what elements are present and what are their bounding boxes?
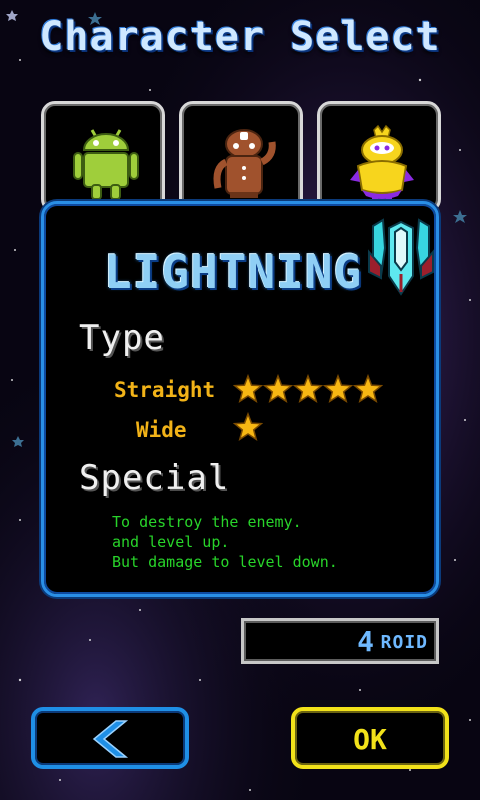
yellow-bird-robot-icon: [350, 124, 414, 204]
stat-label-wide: Wide: [136, 418, 187, 442]
ok-button[interactable]: OK: [291, 707, 449, 769]
special-label: Special: [79, 458, 230, 498]
star-icon: [262, 374, 294, 403]
star-icon: [233, 374, 264, 403]
special-line: But damage to level down.: [112, 553, 338, 571]
back-button[interactable]: [31, 707, 189, 769]
stat-label-straight: Straight: [114, 378, 216, 402]
roid-counter: 4 ROID: [241, 618, 439, 664]
stat-stars-straight: [233, 374, 383, 406]
character-card-android[interactable]: [41, 101, 165, 213]
ok-button-label: OK: [353, 723, 387, 756]
android-robot-icon: [73, 129, 139, 200]
type-label: Type: [79, 318, 165, 358]
character-card-bird[interactable]: [317, 101, 441, 213]
roid-amount: 4: [357, 625, 374, 658]
roid-unit: ROID: [380, 632, 428, 653]
special-description: To destroy the enemy. and level up. But …: [112, 512, 412, 572]
star-icon: [292, 374, 324, 403]
lightning-ship-icon: [368, 218, 434, 296]
star-icon: [322, 374, 354, 403]
stat-stars-wide: [233, 412, 263, 444]
character-name: LIGHTNING: [104, 245, 363, 299]
screen-title: Character Select: [39, 14, 441, 60]
character-card-gingerbread[interactable]: [179, 101, 303, 213]
special-line: To destroy the enemy.: [112, 513, 302, 531]
special-line: and level up.: [112, 533, 230, 551]
star-icon: [233, 412, 263, 441]
back-arrow-icon: [92, 720, 129, 758]
gingerbread-robot-icon: [213, 129, 276, 198]
star-icon: [352, 374, 383, 403]
